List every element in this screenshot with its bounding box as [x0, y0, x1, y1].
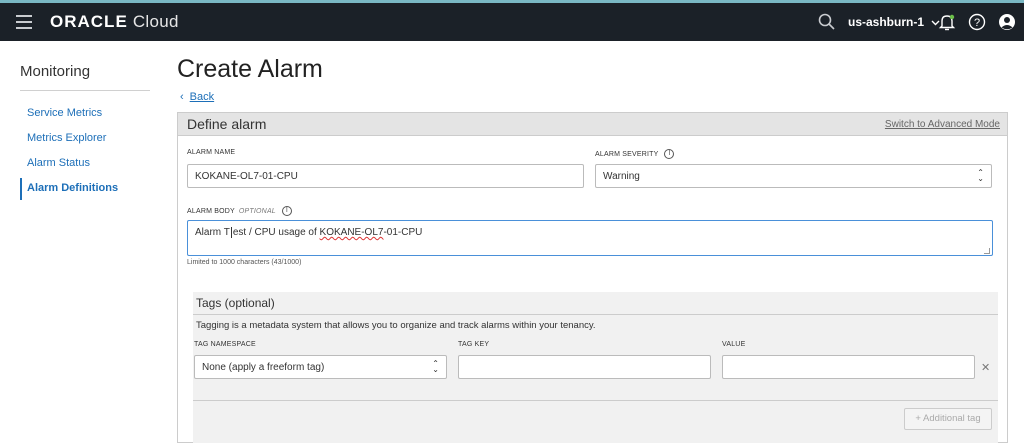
- svg-text:?: ?: [974, 17, 980, 29]
- oracle-cloud-logo[interactable]: ORACLE Cloud: [50, 12, 179, 32]
- tag-key-label: TAG KEY: [458, 341, 490, 348]
- alarm-body-text-pre: Alarm T: [195, 227, 230, 239]
- back-label: Back: [189, 91, 215, 103]
- tag-value-input[interactable]: [722, 355, 975, 379]
- tags-title: Tags (optional): [196, 296, 275, 310]
- define-alarm-header: Define alarm Switch to Advanced Mode: [178, 113, 1007, 136]
- alarm-body-text-post: -01-CPU: [383, 227, 423, 239]
- alarm-body-text-mid: est / CPU usage of: [232, 227, 320, 239]
- alarm-severity-value: Warning: [603, 171, 640, 182]
- switch-advanced-mode-link[interactable]: Switch to Advanced Mode: [885, 119, 1000, 130]
- sidebar-item-alarm-status[interactable]: Alarm Status: [27, 157, 90, 169]
- alarm-body-text-spellcheck: KOKANE-OL7: [319, 227, 384, 239]
- select-arrows-icon: ⌃ ⌄: [977, 168, 984, 183]
- alarm-name-input[interactable]: KOKANE-OL7-01-CPU: [187, 164, 584, 188]
- sidebar-item-metrics-explorer[interactable]: Metrics Explorer: [27, 132, 106, 144]
- tag-key-input[interactable]: [458, 355, 711, 379]
- alarm-body-label-row: ALARM BODY OPTIONAL i: [187, 206, 292, 216]
- alarm-severity-label-row: ALARM SEVERITY i: [595, 149, 675, 159]
- alarm-body-textarea[interactable]: Alarm Test / CPU usage of KOKANE-OL7-01-…: [187, 220, 993, 256]
- tag-namespace-value: None (apply a freeform tag): [202, 362, 325, 373]
- page-title: Create Alarm: [177, 55, 323, 83]
- remove-tag-close-icon[interactable]: ✕: [981, 361, 990, 374]
- sidebar-title: Monitoring: [20, 63, 91, 80]
- tags-divider: [193, 314, 998, 315]
- alarm-name-label: ALARM NAME: [187, 149, 236, 156]
- back-link[interactable]: ‹ Back: [180, 91, 214, 103]
- define-alarm-title: Define alarm: [187, 116, 267, 132]
- tags-divider-bottom: [193, 400, 998, 401]
- region-label: us-ashburn-1: [848, 15, 925, 29]
- help-icon[interactable]: ?: [968, 13, 986, 31]
- sidebar-divider: [20, 90, 150, 91]
- text-cursor: [230, 227, 232, 238]
- alarm-severity-select[interactable]: Warning ⌃ ⌄: [595, 164, 992, 188]
- brand-cloud: Cloud: [132, 12, 179, 31]
- sidebar-item-service-metrics[interactable]: Service Metrics: [27, 107, 102, 119]
- brand-oracle: ORACLE: [50, 12, 128, 31]
- bell-icon[interactable]: [938, 13, 956, 31]
- top-bar: ORACLE Cloud us-ashburn-1 ?: [0, 0, 1024, 41]
- sidebar-item-alarm-definitions[interactable]: Alarm Definitions: [27, 182, 118, 194]
- resize-handle-icon[interactable]: [984, 248, 990, 254]
- select-arrows-icon: ⌃ ⌄: [432, 359, 439, 374]
- alarm-body-hint: Limited to 1000 characters (43/1000): [187, 259, 302, 266]
- alarm-body-optional: OPTIONAL: [238, 207, 276, 215]
- search-icon[interactable]: [818, 13, 836, 31]
- tag-namespace-label: TAG NAMESPACE: [194, 341, 256, 348]
- user-profile-icon[interactable]: [998, 13, 1016, 31]
- additional-tag-button[interactable]: + Additional tag: [904, 408, 992, 430]
- tag-namespace-select[interactable]: None (apply a freeform tag) ⌃ ⌄: [194, 355, 447, 379]
- hamburger-menu-icon[interactable]: [16, 15, 32, 29]
- info-icon[interactable]: i: [281, 206, 292, 216]
- alarm-name-value: KOKANE-OL7-01-CPU: [195, 171, 298, 182]
- sidebar-active-indicator: [20, 178, 22, 200]
- chevron-left-icon: ‹: [180, 91, 184, 103]
- info-icon[interactable]: i: [664, 149, 675, 159]
- tag-value-label: VALUE: [722, 341, 746, 348]
- tags-description: Tagging is a metadata system that allows…: [196, 320, 596, 331]
- alarm-body-label: ALARM BODY: [187, 207, 235, 215]
- region-selector[interactable]: us-ashburn-1: [848, 15, 940, 29]
- alarm-severity-label: ALARM SEVERITY: [595, 150, 659, 158]
